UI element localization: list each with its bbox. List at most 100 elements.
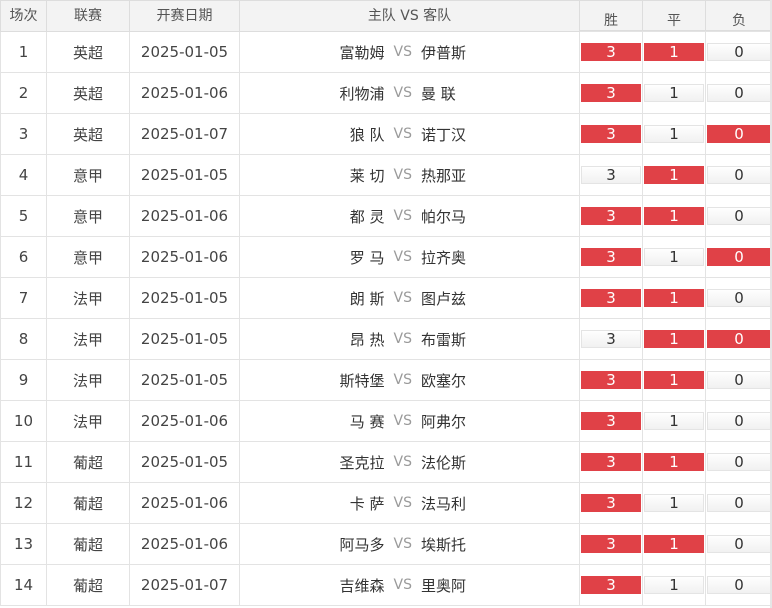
win-option-value[interactable]: 3 <box>581 371 641 389</box>
win-option[interactable]: 3 <box>579 31 643 73</box>
win-option[interactable]: 3 <box>579 236 643 278</box>
draw-option[interactable]: 1 <box>642 564 706 606</box>
lose-option[interactable]: 0 <box>705 400 772 442</box>
draw-option-value[interactable]: 1 <box>644 371 704 389</box>
draw-option-value[interactable]: 1 <box>644 412 704 430</box>
lose-option[interactable]: 0 <box>705 359 772 401</box>
win-option[interactable]: 3 <box>579 72 643 114</box>
draw-option[interactable]: 1 <box>642 400 706 442</box>
round-number: 5 <box>0 195 47 237</box>
win-option-value[interactable]: 3 <box>581 412 641 430</box>
win-option-value[interactable]: 3 <box>581 125 641 143</box>
lose-option-value[interactable]: 0 <box>707 166 771 184</box>
win-option-value[interactable]: 3 <box>581 248 641 266</box>
draw-option[interactable]: 1 <box>642 482 706 524</box>
win-option-value[interactable]: 3 <box>581 330 641 348</box>
vs-label: VS <box>393 331 412 347</box>
draw-option[interactable]: 1 <box>642 72 706 114</box>
win-option[interactable]: 3 <box>579 482 643 524</box>
win-option[interactable]: 3 <box>579 195 643 237</box>
lose-option[interactable]: 0 <box>705 277 772 319</box>
draw-option[interactable]: 1 <box>642 359 706 401</box>
win-option[interactable]: 3 <box>579 564 643 606</box>
draw-option[interactable]: 1 <box>642 523 706 565</box>
match-teams: 马 赛 VS 阿弗尔 <box>239 400 580 442</box>
win-option[interactable]: 3 <box>579 154 643 196</box>
draw-option[interactable]: 1 <box>642 236 706 278</box>
win-option[interactable]: 3 <box>579 441 643 483</box>
draw-option[interactable]: 1 <box>642 31 706 73</box>
lose-option-value[interactable]: 0 <box>707 84 771 102</box>
lose-option-value[interactable]: 0 <box>707 125 771 143</box>
lose-option-value[interactable]: 0 <box>707 371 771 389</box>
win-option-value[interactable]: 3 <box>581 207 641 225</box>
win-option-value[interactable]: 3 <box>581 576 641 594</box>
table-header: 场次 联赛 开赛日期 主队 VS 客队 胜 平 负 <box>0 0 772 32</box>
league-name: 葡超 <box>46 441 130 483</box>
lose-option-value[interactable]: 0 <box>707 248 771 266</box>
away-team: 图卢兹 <box>421 289 467 308</box>
lose-option[interactable]: 0 <box>705 154 772 196</box>
draw-option-value[interactable]: 1 <box>644 494 704 512</box>
match-row: 3 英超 2025-01-07 狼 队 VS 诺丁汉 3 1 0 <box>0 113 772 155</box>
lose-option[interactable]: 0 <box>705 236 772 278</box>
win-option[interactable]: 3 <box>579 523 643 565</box>
win-option-value[interactable]: 3 <box>581 453 641 471</box>
lose-option[interactable]: 0 <box>705 482 772 524</box>
draw-option[interactable]: 1 <box>642 318 706 360</box>
draw-option-value[interactable]: 1 <box>644 535 704 553</box>
lose-option-value[interactable]: 0 <box>707 289 771 307</box>
draw-option-value[interactable]: 1 <box>644 330 704 348</box>
draw-option[interactable]: 1 <box>642 195 706 237</box>
win-option-value[interactable]: 3 <box>581 166 641 184</box>
draw-option[interactable]: 1 <box>642 441 706 483</box>
draw-option-value[interactable]: 1 <box>644 289 704 307</box>
draw-option[interactable]: 1 <box>642 154 706 196</box>
win-option[interactable]: 3 <box>579 318 643 360</box>
draw-option-value[interactable]: 1 <box>644 576 704 594</box>
win-option[interactable]: 3 <box>579 113 643 155</box>
win-option[interactable]: 3 <box>579 277 643 319</box>
win-option-value[interactable]: 3 <box>581 43 641 61</box>
lose-option-value[interactable]: 0 <box>707 207 771 225</box>
win-option[interactable]: 3 <box>579 359 643 401</box>
draw-option-value[interactable]: 1 <box>644 43 704 61</box>
draw-option-value[interactable]: 1 <box>644 125 704 143</box>
match-date: 2025-01-06 <box>129 482 240 524</box>
away-team: 阿弗尔 <box>421 412 467 431</box>
lose-option[interactable]: 0 <box>705 195 772 237</box>
lose-option[interactable]: 0 <box>705 523 772 565</box>
home-team: 富勒姆 <box>339 43 385 62</box>
match-teams: 莱 切 VS 热那亚 <box>239 154 580 196</box>
draw-option-value[interactable]: 1 <box>644 248 704 266</box>
away-team: 热那亚 <box>421 166 467 185</box>
match-teams: 富勒姆 VS 伊普斯 <box>239 31 580 73</box>
draw-option-value[interactable]: 1 <box>644 453 704 471</box>
match-teams: 斯特堡 VS 欧塞尔 <box>239 359 580 401</box>
lose-option[interactable]: 0 <box>705 113 772 155</box>
win-option-value[interactable]: 3 <box>581 289 641 307</box>
lose-option-value[interactable]: 0 <box>707 494 771 512</box>
match-row: 13 葡超 2025-01-06 阿马多 VS 埃斯托 3 1 0 <box>0 523 772 565</box>
lose-option[interactable]: 0 <box>705 564 772 606</box>
lose-option-value[interactable]: 0 <box>707 330 771 348</box>
lose-option-value[interactable]: 0 <box>707 453 771 471</box>
lose-option-value[interactable]: 0 <box>707 412 771 430</box>
home-team: 圣克拉 <box>339 453 385 472</box>
lose-option[interactable]: 0 <box>705 318 772 360</box>
win-option-value[interactable]: 3 <box>581 84 641 102</box>
lose-option-value[interactable]: 0 <box>707 576 771 594</box>
draw-option-value[interactable]: 1 <box>644 84 704 102</box>
win-option[interactable]: 3 <box>579 400 643 442</box>
draw-option-value[interactable]: 1 <box>644 166 704 184</box>
draw-option[interactable]: 1 <box>642 113 706 155</box>
draw-option-value[interactable]: 1 <box>644 207 704 225</box>
lose-option-value[interactable]: 0 <box>707 43 771 61</box>
lose-option[interactable]: 0 <box>705 72 772 114</box>
lose-option-value[interactable]: 0 <box>707 535 771 553</box>
win-option-value[interactable]: 3 <box>581 535 641 553</box>
win-option-value[interactable]: 3 <box>581 494 641 512</box>
draw-option[interactable]: 1 <box>642 277 706 319</box>
lose-option[interactable]: 0 <box>705 31 772 73</box>
lose-option[interactable]: 0 <box>705 441 772 483</box>
